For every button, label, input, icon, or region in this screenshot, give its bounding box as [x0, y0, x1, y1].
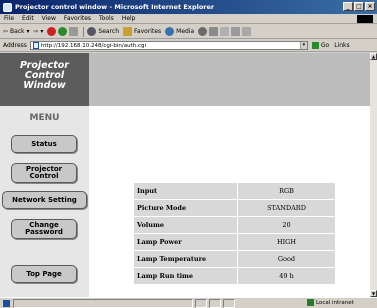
go-arrow-icon: [311, 42, 319, 49]
go-button[interactable]: Go: [311, 42, 330, 49]
row-value: STANDARD: [237, 199, 336, 217]
projector-logo: Projector Control Window: [0, 53, 89, 106]
intranet-icon: [307, 299, 314, 306]
menu-help[interactable]: Help: [122, 15, 136, 22]
media-label: Media: [176, 28, 195, 35]
status-pane: [195, 298, 207, 308]
edit-icon[interactable]: [231, 27, 241, 36]
status-pane: [209, 298, 221, 308]
sidebar: Projector Control Window MENU Status Pro…: [0, 53, 89, 297]
done-page-icon: [3, 299, 10, 307]
menu-edit[interactable]: Edit: [22, 15, 34, 22]
forward-button[interactable]: ⇨ ▾: [33, 28, 43, 35]
table-row: Input RGB: [133, 182, 336, 200]
media-button[interactable]: Media: [165, 27, 194, 36]
zone-label: Local intranet: [316, 299, 354, 306]
toolbar-separator: [83, 26, 85, 37]
window-controls: _ □ ×: [343, 2, 375, 11]
row-value: 20: [237, 216, 336, 234]
page-content: Projector Control Window MENU Status Pro…: [0, 53, 370, 297]
table-row: Lamp Temperature Good: [133, 250, 336, 268]
scroll-up-icon[interactable]: ▲: [370, 53, 377, 60]
row-label: Lamp Run time: [133, 267, 238, 285]
favorites-icon: [123, 27, 133, 36]
row-label: Picture Mode: [133, 199, 238, 217]
address-bar: Address http://192.168.10.248/cgi-bin/au…: [0, 40, 377, 52]
row-label: Lamp Power: [133, 233, 238, 251]
row-value: RGB: [237, 182, 336, 200]
history-icon[interactable]: [198, 27, 208, 36]
header-band: [89, 53, 370, 106]
mail-icon[interactable]: [209, 27, 219, 36]
forward-arrow-icon: ⇨: [33, 28, 39, 35]
menu-title: MENU: [29, 113, 60, 123]
menu-tools[interactable]: Tools: [99, 15, 114, 22]
favorites-label: Favorites: [134, 28, 162, 35]
row-label: Lamp Temperature: [133, 250, 238, 268]
projector-control-button[interactable]: Projector Control: [11, 163, 77, 183]
top-page-button[interactable]: Top Page: [11, 265, 77, 283]
status-bar: Local intranet: [0, 297, 377, 308]
home-icon[interactable]: [69, 27, 79, 36]
minimize-button[interactable]: _: [343, 2, 353, 11]
favorites-button[interactable]: Favorites: [123, 27, 161, 36]
windows-logo-icon: [357, 15, 373, 23]
toolbar: ⇦ Back ▾ ⇨ ▾ Search Favorites Media: [0, 25, 377, 39]
table-row: Lamp Run time 49 h: [133, 267, 336, 285]
back-label: Back: [9, 28, 25, 35]
address-dropdown-icon[interactable]: ▾: [299, 42, 307, 49]
go-label: Go: [320, 42, 330, 49]
row-value: HIGH: [237, 233, 336, 251]
address-input[interactable]: http://192.168.10.248/cgi-bin/auth.cgi ▾: [29, 41, 308, 50]
scroll-down-icon[interactable]: ▼: [370, 290, 377, 297]
status-table: Input RGB Picture Mode STANDARD Volume 20 L…: [133, 182, 336, 285]
logo-line-3: Window: [23, 80, 66, 91]
table-row: Volume 20: [133, 216, 336, 234]
status-button[interactable]: Status: [11, 135, 77, 153]
links-button[interactable]: Links: [334, 42, 349, 49]
menu-file[interactable]: File: [4, 15, 14, 22]
ie-icon: [3, 2, 12, 12]
status-pane: [13, 298, 193, 308]
back-button[interactable]: ⇦ Back ▾: [3, 28, 29, 35]
page-icon: [32, 42, 39, 49]
refresh-icon[interactable]: [58, 27, 68, 36]
network-setting-button[interactable]: Network Setting: [2, 191, 87, 209]
row-label: Volume: [133, 216, 238, 234]
menu-view[interactable]: View: [42, 15, 56, 22]
row-value: 49 h: [237, 267, 336, 285]
window-title: Projector control window - Microsoft Int…: [15, 3, 215, 11]
window-titlebar: Projector control window - Microsoft Int…: [0, 0, 377, 14]
table-row: Lamp Power HIGH: [133, 233, 336, 251]
back-arrow-icon: ⇦: [3, 28, 9, 35]
media-icon: [165, 27, 175, 36]
address-label: Address: [3, 42, 27, 49]
status-pane: [223, 298, 235, 308]
close-button[interactable]: ×: [365, 2, 375, 11]
discuss-icon[interactable]: [242, 27, 252, 36]
search-button[interactable]: Search: [87, 27, 119, 36]
address-url: http://192.168.10.248/cgi-bin/auth.cgi: [40, 42, 147, 49]
search-label: Search: [98, 28, 120, 35]
search-icon: [87, 27, 97, 36]
menu-favorites[interactable]: Favorites: [64, 15, 91, 22]
table-row: Picture Mode STANDARD: [133, 199, 336, 217]
security-zone: Local intranet: [307, 299, 354, 306]
row-value: Good: [237, 250, 336, 268]
change-password-button[interactable]: Change Password: [11, 219, 77, 239]
maximize-button[interactable]: □: [354, 2, 364, 11]
row-label: Input: [133, 182, 238, 200]
stop-icon[interactable]: [47, 27, 57, 36]
vertical-scrollbar[interactable]: ▲ ▼: [370, 53, 377, 297]
print-icon[interactable]: [220, 27, 230, 36]
menu-bar: File Edit View Favorites Tools Help: [0, 14, 377, 24]
